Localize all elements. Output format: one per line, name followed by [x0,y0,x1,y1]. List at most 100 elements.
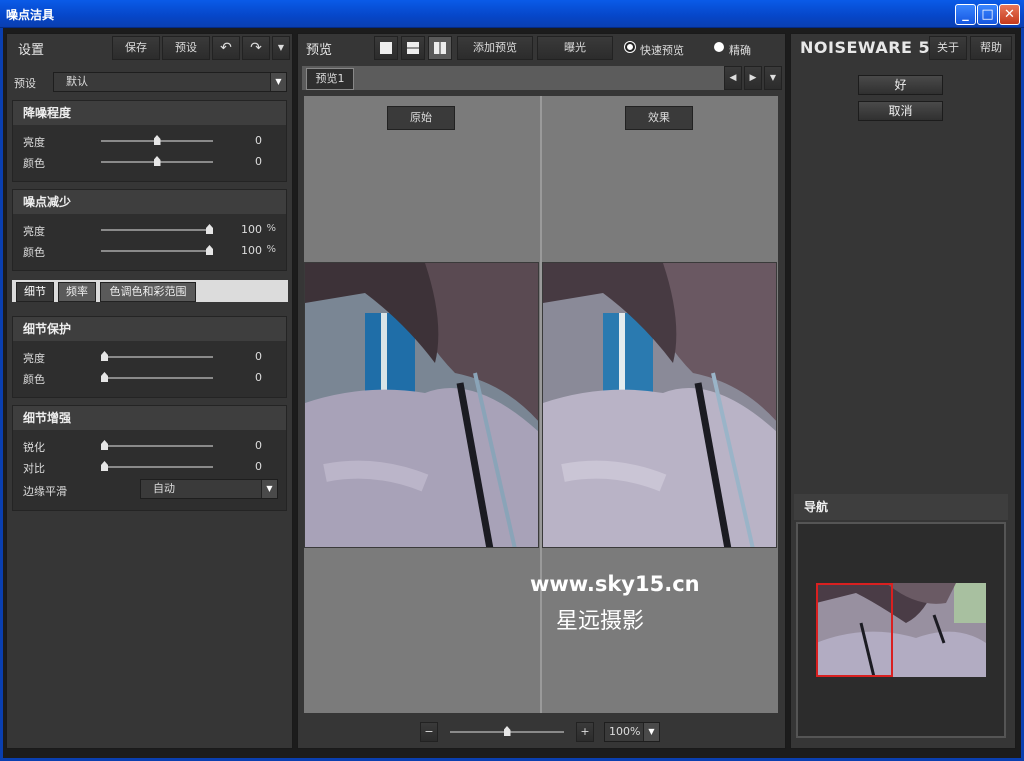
slider-value: 0 [255,134,262,147]
preview-title: 预览 [306,43,333,58]
slider-handle[interactable] [153,156,161,166]
brand-logo: NOISEWARE 5 [800,38,931,57]
slider-handle[interactable] [153,135,161,145]
luminance-slider[interactable] [101,224,213,234]
edge-smoothing-value: 自动 [153,482,175,495]
preset-label: 预设 [14,77,36,90]
color-slider[interactable] [101,372,213,382]
navigator-title: 导航 [794,494,1008,520]
split-horizontal-icon [407,42,419,54]
original-photo [304,262,539,548]
preset-value: 默认 [66,75,88,88]
slider-label: 颜色 [23,246,45,259]
window-title: 噪点洁具 [6,8,55,22]
exposure-button[interactable]: 曝光 [537,36,613,60]
add-preview-button[interactable]: 添加预览 [457,36,533,60]
sharpen-slider[interactable] [101,440,213,450]
color-slider[interactable] [101,245,213,255]
minimize-button[interactable]: _ [955,4,976,25]
accurate-radio[interactable] [714,42,724,52]
chevron-down-icon: ▼ [643,723,659,741]
slider-label: 亮度 [23,136,45,149]
slider-handle[interactable] [206,224,213,234]
slider-value: 100 [241,244,262,257]
slider-value: 0 [255,155,262,168]
tab-next-icon[interactable]: ▶ [744,66,762,90]
preview-tab-bar [302,66,724,90]
tab-prev-icon[interactable]: ◀ [724,66,742,90]
edge-smoothing-label: 边缘平滑 [23,485,67,498]
slider-value: 0 [255,371,262,384]
fast-preview-label: 快速预览 [640,44,684,57]
about-button[interactable]: 关于 [929,36,967,60]
luminance-slider[interactable] [101,135,213,145]
unit-label: % [266,223,276,234]
settings-title: 设置 [18,43,45,58]
slider-row: 亮度 0 [23,131,276,151]
slider-value: 0 [255,439,262,452]
split-horizontal-button[interactable] [401,36,425,60]
edge-smoothing-select[interactable]: 自动 ▼ [140,479,278,499]
ok-button[interactable]: 好 [858,75,943,95]
slider-value: 0 [255,460,262,473]
watermark-url: www.sky15.cn [530,572,700,596]
presets-button[interactable]: 预设 [162,36,210,60]
chevron-down-icon: ▼ [261,480,277,498]
effect-photo [542,262,777,548]
slider-label: 锐化 [23,441,45,454]
menu-dropdown-icon[interactable]: ▼ [272,36,290,60]
detail-enhance-section: 细节增强 锐化 0 对比 0 边缘平滑 自动 ▼ [12,405,287,511]
slider-handle[interactable] [101,351,108,361]
zoom-in-button[interactable]: + [576,722,594,742]
contrast-slider[interactable] [101,461,213,471]
chevron-down-icon: ▼ [270,73,286,91]
slider-row: 颜色 100 % [23,241,276,261]
single-view-icon [380,42,392,54]
effect-label: 效果 [625,106,693,130]
redo-icon[interactable]: ↷ [242,36,270,60]
slider-label: 亮度 [23,352,45,365]
slider-row: 颜色 0 [23,152,276,172]
section-title: 细节保护 [13,317,286,341]
section-title: 降噪程度 [13,101,286,125]
slider-handle[interactable] [101,372,108,382]
noise-level-section: 降噪程度 亮度 0 颜色 0 [12,100,287,182]
slider-value: 100 [241,223,262,236]
undo-icon[interactable]: ↶ [212,36,240,60]
preset-select[interactable]: 默认 ▼ [53,72,287,92]
slider-label: 颜色 [23,373,45,386]
watermark-text: 星远摄影 [556,609,645,634]
help-button[interactable]: 帮助 [970,36,1012,60]
unit-label: % [266,244,276,255]
slider-row: 亮度 0 [23,347,276,367]
zoom-select[interactable]: 100% ▼ [604,722,660,742]
slider-row: 锐化 0 [23,436,276,456]
slider-handle[interactable] [206,245,213,255]
zoom-slider[interactable] [450,726,564,736]
color-slider[interactable] [101,156,213,166]
maximize-button[interactable]: □ [977,4,998,25]
fast-preview-radio[interactable] [625,42,635,52]
tab-menu-icon[interactable]: ▼ [764,66,782,90]
slider-label: 对比 [23,462,45,475]
section-title: 噪点减少 [13,190,286,214]
tab-detail[interactable]: 细节 [16,282,54,302]
tab-frequency[interactable]: 频率 [58,282,96,302]
slider-handle[interactable] [101,461,108,471]
navigator-thumbnail[interactable] [816,583,986,677]
zoom-out-button[interactable]: − [420,722,438,742]
noise-reduction-section: 噪点减少 亮度 100 % 颜色 100 % [12,189,287,271]
split-vertical-button[interactable] [428,36,452,60]
slider-value: 0 [255,350,262,363]
slider-handle[interactable] [101,440,108,450]
title-bar: 噪点洁具 _ □ ✕ [0,0,1024,28]
tab-preview-1[interactable]: 预览1 [306,68,354,90]
tab-color-range[interactable]: 色调色和彩范围 [100,282,196,302]
save-button[interactable]: 保存 [112,36,160,60]
luminance-slider[interactable] [101,351,213,361]
close-button[interactable]: ✕ [999,4,1020,25]
original-label: 原始 [387,106,455,130]
cancel-button[interactable]: 取消 [858,101,943,121]
single-view-button[interactable] [374,36,398,60]
slider-label: 亮度 [23,225,45,238]
